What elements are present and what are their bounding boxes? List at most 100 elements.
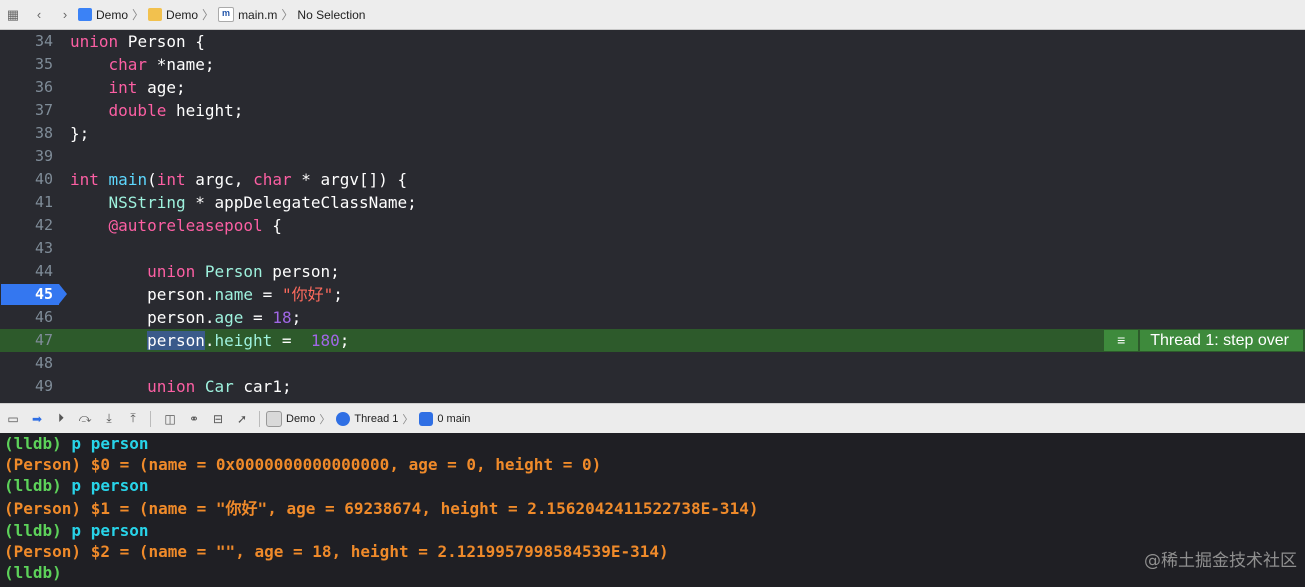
view-debugger-icon[interactable]: ◫ [159, 409, 181, 429]
line-number: 48 [34, 354, 53, 372]
step-out-icon[interactable]: ⤒ [122, 409, 144, 429]
code-text: }; [70, 122, 89, 145]
breadcrumb-project[interactable]: Demo 〉 [78, 6, 144, 23]
code-line[interactable]: 40 int main(int argc, char * argv[]) { [0, 168, 1305, 191]
breadcrumb-symbol[interactable]: No Selection [297, 8, 365, 22]
source-editor[interactable]: 34 union Person {35 char *name; 36 int age… [0, 30, 1305, 403]
code-line[interactable]: 47 person.height = 180; ≡ Thread 1: step o… [0, 329, 1305, 352]
code-token: = [253, 285, 282, 304]
code-token: height [214, 331, 273, 350]
debug-crumb-frame[interactable]: 0 main [419, 411, 470, 426]
code-token: int [70, 170, 99, 189]
code-line[interactable]: 41 NSString * appDelegateClassName; [0, 191, 1305, 214]
line-number: 38 [34, 124, 53, 142]
code-line[interactable]: 34 union Person { [0, 30, 1305, 53]
console-line: (lldb) p person [4, 475, 149, 497]
code-line[interactable]: 49 union Car car1; [0, 375, 1305, 398]
code-token: person. [70, 308, 215, 327]
back-chevron-icon[interactable]: ‹ [26, 7, 52, 22]
code-line[interactable]: 48 [0, 352, 1305, 375]
code-token: person; [262, 262, 340, 281]
breadcrumb-folder[interactable]: Demo 〉 [148, 6, 214, 23]
code-line[interactable]: 44 union Person person; [0, 260, 1305, 283]
continue-icon[interactable]: ⏵ [50, 409, 72, 429]
code-line[interactable]: 42 @autoreleasepool { [0, 214, 1305, 237]
menu-icon[interactable]: ≡ [1104, 330, 1139, 351]
line-number: 47 [34, 331, 53, 349]
code-text: union Car car1; [70, 375, 292, 398]
code-token: ; [291, 308, 302, 327]
code-line[interactable]: 38}; [0, 122, 1305, 145]
code-token: Person [204, 262, 263, 281]
code-token: name [214, 285, 254, 304]
code-text: char *name; [70, 53, 215, 76]
code-text: int age; [70, 76, 186, 99]
objc-file-icon: m [218, 7, 235, 22]
debug-crumb-thread[interactable]: Thread 1 〉 [336, 411, 413, 427]
code-token: age; [137, 78, 186, 97]
environment-overrides-icon[interactable]: ⊟ [207, 409, 229, 429]
app-icon [266, 410, 282, 427]
breadcrumb-label: Demo [166, 7, 199, 22]
code-line[interactable]: 45 person.name = "你好"; [0, 283, 1305, 306]
hide-debug-area-icon[interactable]: ▭ [2, 409, 24, 429]
line-number: 44 [34, 262, 53, 280]
breakpoints-toggle-icon[interactable]: ➡ [26, 409, 48, 429]
folder-icon [148, 8, 163, 21]
line-number: 36 [34, 78, 53, 96]
code-token: . [204, 331, 215, 350]
code-line[interactable]: 46 person.age = 18; [0, 306, 1305, 329]
code-token: union [70, 32, 119, 51]
divider [150, 410, 151, 427]
code-line[interactable]: 36 int age; [0, 76, 1305, 99]
code-token: * appDelegateClassName; [185, 193, 417, 212]
code-token: }; [70, 124, 90, 143]
code-token: main [108, 170, 148, 189]
code-line[interactable]: 39 [0, 145, 1305, 168]
debug-bar: ▭ ➡ ⏵ ⤼ ⤓ ⤒ ◫ ⚭ ⊟ ➚ Demo 〉 Thread 1 〉 0 … [0, 403, 1305, 434]
debug-crumb-target[interactable]: Demo 〉 [266, 410, 331, 427]
forward-chevron-icon[interactable]: › [52, 7, 78, 22]
code-token: = [272, 331, 302, 350]
code-token: char [253, 170, 292, 189]
console-cmd: p person [61, 434, 149, 453]
console-line: (lldb) [4, 562, 62, 584]
code-token: age [214, 308, 244, 327]
line-number: 39 [34, 147, 53, 165]
memory-graph-icon[interactable]: ⚭ [183, 409, 205, 429]
thread-indicator[interactable]: ≡ Thread 1: step over [1104, 330, 1303, 351]
step-into-icon[interactable]: ⤓ [98, 409, 120, 429]
code-token: height; [166, 101, 244, 120]
console-out: (Person) $2 = (name = "", age = 18, heig… [4, 542, 669, 561]
breadcrumb-file[interactable]: m main.m 〉 [218, 6, 293, 23]
thread-icon [336, 411, 351, 426]
lldb-console[interactable]: @稀土掘金技术社区 (lldb) p person (Person) $0 = (… [0, 433, 1305, 587]
code-text: double height; [70, 99, 244, 122]
console-line: (Person) $2 = (name = "", age = 18, heig… [4, 541, 669, 563]
code-token: double [108, 101, 167, 120]
code-text: NSString * appDelegateClassName; [70, 191, 417, 214]
step-over-icon[interactable]: ⤼ [74, 409, 96, 429]
code-line[interactable]: 35 char *name; [0, 53, 1305, 76]
breadcrumb-label: main.m [238, 7, 278, 22]
chevron-right-icon: 〉 [202, 8, 215, 22]
chevron-right-icon: 〉 [319, 413, 331, 426]
jump-bar: ▦ ‹ › Demo 〉 Demo 〉 m main.m 〉 No Select… [0, 0, 1305, 30]
code-token: argc, [185, 170, 254, 189]
code-token: NSString [108, 193, 186, 212]
console-out: (Person) $1 = (name = "你好", age = 692386… [4, 499, 759, 518]
simulate-location-icon[interactable]: ➚ [231, 409, 253, 429]
code-line[interactable]: 37 double height; [0, 99, 1305, 122]
code-token: union [147, 262, 196, 281]
code-line[interactable]: 43 [0, 237, 1305, 260]
console-prompt: (lldb) [4, 563, 62, 582]
grid-icon[interactable]: ▦ [0, 7, 26, 23]
